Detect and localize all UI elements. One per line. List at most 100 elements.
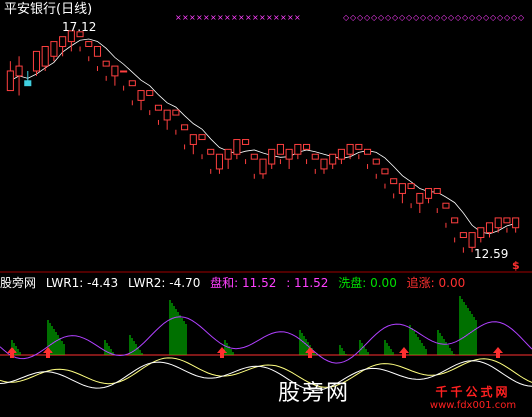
- candle-body: [468, 232, 476, 248]
- candle-body: [372, 158, 380, 165]
- signal-marker-icon: ◇: [399, 13, 406, 22]
- signal-marker-icon: ×: [203, 13, 210, 22]
- candle-body: [303, 143, 311, 150]
- lwr1-value: LWR1: -4.43: [45, 276, 119, 290]
- panhe-line: [0, 316, 532, 364]
- candle-body: [15, 65, 23, 77]
- signal-marker-icon: ×: [182, 13, 189, 22]
- candle-body: [233, 139, 241, 155]
- signal-marker-icon: ◇: [518, 13, 525, 22]
- candle-body: [381, 168, 389, 175]
- candle-body: [503, 217, 511, 224]
- candle-body: [41, 45, 49, 67]
- candle-body: [424, 188, 433, 199]
- signal-marker-icon: ◇: [413, 13, 420, 22]
- signal-marker-icon: ×: [245, 13, 252, 22]
- candle-body: [512, 217, 520, 229]
- candle-body: [32, 50, 41, 72]
- candle-body: [451, 217, 459, 224]
- signal-marker-icon: ×: [224, 13, 231, 22]
- indicator-header: 股旁网 LWR1: -4.43 LWR2: -4.70 盘和: 11.52 : …: [0, 275, 471, 291]
- candle-body: [407, 183, 415, 190]
- candle-body: [355, 143, 363, 150]
- signal-marker-icon: ◇: [504, 13, 511, 22]
- candle-body: [285, 148, 293, 160]
- signal-marker-icon: ◇: [378, 13, 385, 22]
- signal-marker-icon: ×: [196, 13, 203, 22]
- zhuizhang-value: 追涨: 0.00: [406, 276, 466, 290]
- indicator-name: 股旁网: [0, 276, 37, 290]
- signal-marker-icon: ◇: [511, 13, 518, 22]
- signal-marker-icon: ◇: [420, 13, 427, 22]
- candle-body: [268, 148, 276, 165]
- dollar-marker-icon: $: [512, 259, 520, 272]
- signal-marker-icon: ×: [294, 13, 301, 22]
- signal-marker-icon: ×: [259, 13, 266, 22]
- signal-marker-icon: ◇: [350, 13, 357, 22]
- candle-body: [459, 232, 467, 239]
- candle-body: [189, 134, 197, 145]
- signal-marker-icon: ◇: [476, 13, 483, 22]
- signal-marker-icon: ×: [252, 13, 259, 22]
- candle-body: [242, 139, 250, 145]
- candle-body: [311, 153, 319, 160]
- signal-marker-icon: ◇: [406, 13, 413, 22]
- candle-body: [276, 143, 284, 155]
- candle-body: [494, 217, 502, 229]
- candle-body: [50, 41, 58, 57]
- signal-marker-icon: ×: [175, 13, 182, 22]
- signal-marker-icon: ◇: [497, 13, 504, 22]
- candle-body: [442, 202, 450, 209]
- candle-body: [128, 80, 136, 87]
- candle-body: [111, 65, 119, 77]
- candle-body: [93, 45, 102, 57]
- candle-body: [137, 90, 145, 101]
- candle-body: [172, 109, 180, 116]
- candle-body: [85, 41, 93, 47]
- candle-body: [215, 153, 223, 170]
- stock-chart: × × × × × × × × × × × × × × × × × × ◇ ◇ ◇ ◇ ◇ ◇ ◇ ◇ ◇ ◇ ◇ ◇ ◇ ◇ ◇ ◇ ◇ ◇ ◇ ◇ ◇ ◇…: [0, 13, 532, 391]
- signal-marker-icon: ◇: [434, 13, 441, 22]
- site-title: 千千公式网: [435, 385, 511, 399]
- candle-body: [24, 80, 32, 87]
- candle-body: [181, 124, 189, 131]
- signal-marker-icon: ◇: [427, 13, 434, 22]
- signal-marker-icon: ◇: [441, 13, 448, 22]
- buy-arrow-icon: [399, 347, 409, 358]
- candle-body: [120, 70, 128, 73]
- candle-body: [433, 188, 441, 194]
- lwr2-value: LWR2: -4.70: [128, 276, 201, 290]
- candle-body: [154, 104, 163, 111]
- candle-body: [198, 134, 206, 141]
- chart-title: 平安银行(日线): [4, 2, 93, 17]
- marker-row: × × × × × × × × × × × × × × × × × × ◇ ◇ ◇ ◇ ◇ ◇ ◇ ◇ ◇ ◇ ◇ ◇ ◇ ◇ ◇ ◇ ◇ ◇ ◇ ◇ ◇ ◇…: [175, 13, 525, 22]
- signal-marker-icon: ◇: [483, 13, 490, 22]
- candle-body: [163, 109, 171, 121]
- candle-body: [320, 158, 328, 170]
- signal-marker-icon: ×: [266, 13, 273, 22]
- buy-arrow-icon: [493, 347, 503, 358]
- signal-marker-icon: ×: [217, 13, 224, 22]
- signal-marker-icon: ◇: [357, 13, 364, 22]
- panhe-label: 盘和: 11.52: [210, 276, 277, 290]
- site-url: www.fdx001.com: [429, 400, 517, 411]
- signal-marker-icon: ◇: [462, 13, 469, 22]
- signal-marker-icon: ◇: [469, 13, 476, 22]
- signal-marker-icon: ×: [238, 13, 245, 22]
- signal-marker-icon: ◇: [385, 13, 392, 22]
- signal-marker-icon: ◇: [490, 13, 497, 22]
- signal-marker-icon: ×: [189, 13, 196, 22]
- candle-body: [6, 70, 14, 92]
- candle-body: [294, 143, 302, 155]
- signal-marker-icon: ×: [231, 13, 238, 22]
- ma-line: [10, 38, 516, 235]
- candle-body: [363, 148, 372, 155]
- candle-body: [329, 153, 337, 165]
- signal-marker-icon: ◇: [343, 13, 350, 22]
- site-badge: 千千公式网 www.fdx001.com: [418, 383, 528, 413]
- candle-body: [102, 60, 110, 67]
- signal-marker-icon: ◇: [364, 13, 371, 22]
- candle-body: [337, 148, 345, 160]
- candle-body: [416, 192, 424, 204]
- signal-marker-icon: ×: [210, 13, 217, 22]
